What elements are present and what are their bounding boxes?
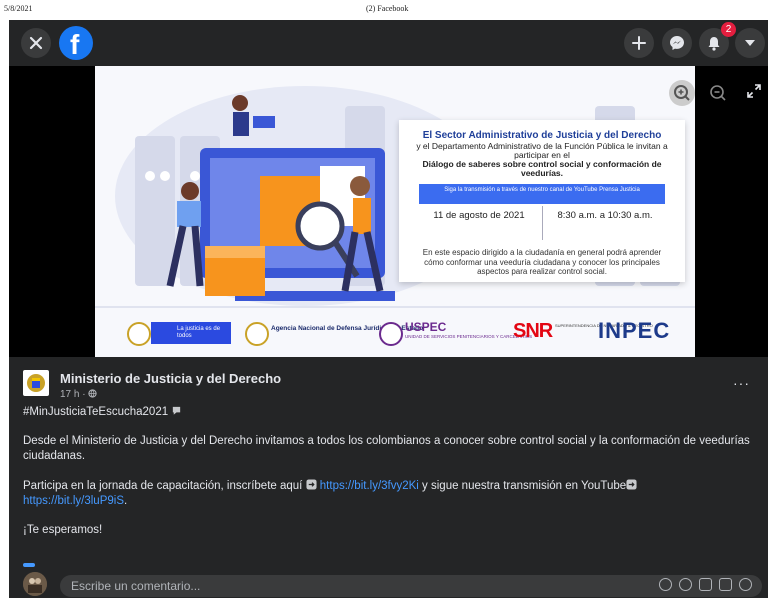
print-date: 5/8/2021	[4, 4, 33, 13]
zoom-out-button[interactable]	[709, 84, 727, 107]
comment-bar: Escribe un comentario...	[9, 572, 768, 598]
user-avatar[interactable]	[23, 572, 47, 596]
fullscreen-button[interactable]	[747, 84, 761, 103]
post-paragraph-2-youtube: y sigue nuestra transmisión en YouTube	[418, 480, 627, 492]
post-paragraph-2: Participa en la jornada de capacitación,…	[23, 479, 753, 509]
uspec-seal-icon	[379, 322, 403, 346]
post-timestamp[interactable]: 17 h ·	[60, 389, 97, 400]
speech-balloon-emoji-icon	[173, 406, 181, 415]
card-divider	[542, 206, 543, 240]
notification-badge: 2	[721, 22, 736, 37]
sponsor-logos: La justicia es de todos Agencia Nacional…	[95, 316, 695, 352]
logo-minjusticia-text: La justicia es de todos	[177, 326, 221, 339]
close-icon	[29, 36, 43, 50]
globe-icon	[88, 389, 97, 398]
card-description: En este espacio dirigido a la ciudadanía…	[422, 248, 662, 276]
emoji-icon[interactable]	[679, 578, 692, 591]
photo-viewer: El Sector Administrativo de Justicia y d…	[9, 66, 768, 357]
logo-minjusticia: La justicia es de todos	[151, 322, 231, 344]
photo-viewer-topbar: f 2	[9, 20, 768, 66]
colombia-seal-icon	[127, 322, 151, 346]
messenger-icon	[670, 36, 684, 50]
card-date: 11 de agosto de 2021	[433, 210, 525, 221]
post-options-button[interactable]: ···	[733, 375, 750, 391]
event-card: El Sector Administrativo de Justicia y d…	[399, 120, 685, 282]
user-photo-icon	[23, 572, 47, 596]
post-paragraph-2-end: .	[124, 495, 128, 507]
card-youtube-banner: Siga la transmisión a través de nuestro …	[419, 184, 665, 204]
andje-seal-icon	[245, 322, 269, 346]
bell-icon	[708, 36, 720, 51]
zoom-in-button[interactable]	[669, 80, 695, 106]
hashtag-link[interactable]: #MinJusticiaTeEscucha2021	[23, 406, 168, 418]
expand-icon	[747, 84, 761, 98]
coat-of-arms-icon	[27, 374, 45, 392]
comment-placeholder: Escribe un comentario...	[71, 579, 201, 593]
youtube-link[interactable]: https://bit.ly/3luP9iS	[23, 495, 124, 507]
camera-icon[interactable]	[699, 578, 712, 591]
registration-link[interactable]: https://bit.ly/3fvy2Ki	[320, 480, 419, 492]
sticker-icon[interactable]	[739, 578, 752, 591]
zoom-out-icon	[710, 85, 726, 101]
post-image: El Sector Administrativo de Justicia y d…	[95, 66, 695, 357]
comment-input[interactable]: Escribe un comentario...	[60, 575, 762, 597]
plus-icon	[632, 36, 646, 50]
card-org-title: El Sector Administrativo de Justicia y d…	[422, 130, 662, 141]
close-button[interactable]	[21, 28, 51, 58]
zoom-in-icon	[674, 85, 690, 101]
logo-snr: SNR	[513, 320, 553, 342]
card-event-name: Diálogo de saberes sobre control social …	[422, 159, 662, 178]
post-hashtag-line: #MinJusticiaTeEscucha2021	[23, 405, 753, 420]
post-details: Ministerio de Justicia y del Derecho 17 …	[9, 357, 768, 577]
post-closing: ¡Te esperamos!	[23, 524, 103, 536]
messenger-button[interactable]	[662, 28, 692, 58]
logo-uspec: USPEC	[405, 320, 447, 334]
facebook-f-icon: f	[70, 29, 80, 60]
post-paragraph-2-text: Participa en la jornada de capacitación,…	[23, 480, 306, 492]
reaction-indicator	[23, 563, 35, 567]
account-menu-button[interactable]	[735, 28, 765, 58]
post-author[interactable]: Ministerio de Justicia y del Derecho	[60, 371, 281, 386]
pointing-hand-emoji-icon	[306, 479, 317, 490]
gif-icon[interactable]	[719, 578, 732, 591]
logo-inpec: INPEC	[598, 318, 671, 343]
right-arrow-emoji-icon	[626, 479, 637, 490]
card-time: 8:30 a.m. a 10:30 a.m.	[557, 210, 653, 221]
avatar-sticker-icon[interactable]	[659, 578, 672, 591]
caret-down-icon	[745, 40, 755, 46]
card-invite-text: y el Departamento Administrativo de la F…	[416, 141, 668, 160]
page-avatar[interactable]	[23, 370, 49, 396]
print-header: 5/8/2021 (2) Facebook	[0, 0, 775, 20]
facebook-logo[interactable]: f	[59, 26, 93, 60]
post-paragraph-1: Desde el Ministerio de Justicia y del De…	[23, 435, 750, 462]
post-time: 17 h ·	[60, 389, 89, 400]
comment-tools	[659, 578, 752, 591]
create-button[interactable]	[624, 28, 654, 58]
print-title: (2) Facebook	[366, 4, 409, 13]
